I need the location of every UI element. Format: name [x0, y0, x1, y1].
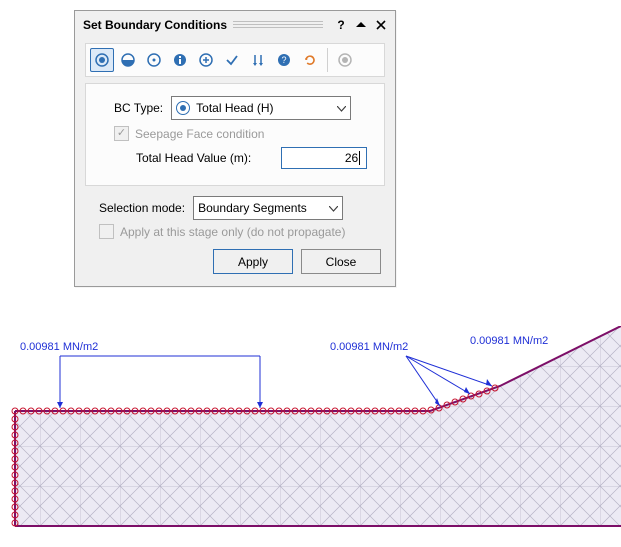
selection-mode-value: Boundary Segments — [198, 201, 307, 215]
tool-question-circle-icon[interactable]: ? — [272, 48, 296, 72]
tool-check-icon[interactable] — [220, 48, 244, 72]
text-cursor — [359, 151, 360, 165]
dialog-title: Set Boundary Conditions — [83, 18, 227, 32]
dialog-buttons: Apply Close — [89, 249, 381, 274]
help-button[interactable]: ? — [333, 17, 349, 33]
bc-toolbar: ? — [85, 43, 385, 77]
tool-info-circle-icon[interactable] — [168, 48, 192, 72]
chevron-down-icon — [329, 201, 338, 215]
tool-filled-circle-icon[interactable] — [90, 48, 114, 72]
bc-type-select[interactable]: Total Head (H) — [171, 96, 351, 120]
tool-disabled-circle-icon — [333, 48, 357, 72]
load-label-1: 0.00981 MN/m2 — [20, 341, 98, 353]
mesh-diagram: 0.00981 MN/m2 0.00981 MN/m2 0.00981 MN/m… — [0, 326, 621, 547]
svg-text:?: ? — [281, 55, 286, 65]
toolbar-separator — [327, 48, 328, 72]
total-head-label: Total Head Value (m): — [136, 151, 251, 165]
seepage-label: Seepage Face condition — [135, 127, 264, 141]
close-x-button[interactable] — [373, 17, 389, 33]
tool-double-arrow-down-icon[interactable] — [246, 48, 270, 72]
bc-type-value: Total Head (H) — [196, 101, 273, 115]
close-button[interactable]: Close — [301, 249, 381, 274]
title-grip[interactable] — [233, 21, 323, 29]
tool-reset-icon[interactable] — [298, 48, 322, 72]
boundary-conditions-dialog: Set Boundary Conditions ? — [74, 10, 396, 287]
form-panel: BC Type: Total Head (H) ✓ Seepage Face c… — [85, 83, 385, 186]
dialog-titlebar[interactable]: Set Boundary Conditions ? — [75, 11, 395, 37]
load-label-2: 0.00981 MN/m2 — [330, 341, 408, 353]
tool-plus-circle-icon[interactable] — [194, 48, 218, 72]
tool-half-circle-icon[interactable] — [116, 48, 140, 72]
propagate-checkbox — [99, 224, 114, 239]
propagate-label: Apply at this stage only (do not propaga… — [120, 225, 345, 239]
tool-open-circle-icon[interactable] — [142, 48, 166, 72]
seepage-checkbox: ✓ — [114, 126, 129, 141]
selection-mode-select[interactable]: Boundary Segments — [193, 196, 343, 220]
bc-type-label: BC Type: — [114, 101, 163, 115]
checkmark-icon: ✓ — [117, 128, 126, 139]
apply-button[interactable]: Apply — [213, 249, 293, 274]
radio-dot-icon — [176, 101, 190, 115]
total-head-value: 26 — [345, 151, 358, 165]
selection-mode-label: Selection mode: — [99, 201, 185, 215]
load-label-3: 0.00981 MN/m2 — [470, 335, 548, 347]
total-head-input[interactable]: 26 — [281, 147, 367, 169]
chevron-down-icon — [337, 101, 346, 115]
rollup-button[interactable] — [353, 17, 369, 33]
